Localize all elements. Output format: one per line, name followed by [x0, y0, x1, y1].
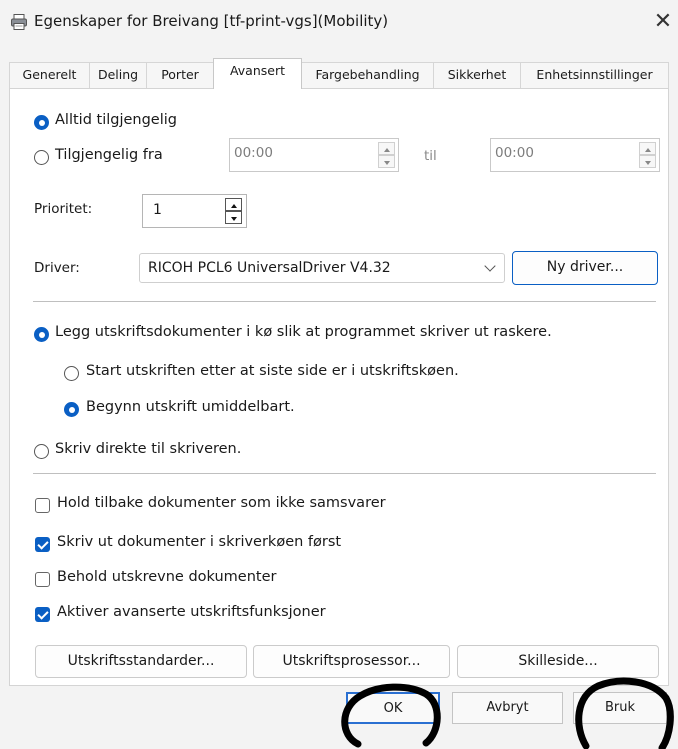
always-available-label: Alltid tilgjengelig	[55, 112, 177, 128]
priority-label: Prioritet:	[34, 201, 93, 217]
keep-printed-label: Behold utskrevne dokumenter	[57, 569, 277, 585]
from-time-spinner[interactable]	[378, 142, 395, 168]
tab-generelt[interactable]: Generelt	[9, 62, 90, 88]
apply-button[interactable]: Bruk	[573, 692, 667, 724]
tab-enhetsinnstillinger[interactable]: Enhetsinnstillinger	[520, 62, 669, 88]
start-immediately-radio[interactable]	[64, 402, 79, 417]
hold-mismatched-label: Hold tilbake dokumenter som ikke samsvar…	[57, 495, 386, 511]
spool-queue-radio[interactable]	[34, 327, 49, 342]
print-direct-radio[interactable]	[34, 444, 49, 459]
advanced-features-checkbox[interactable]	[35, 607, 50, 622]
tab-avansert[interactable]: Avansert	[213, 58, 302, 89]
print-processor-button[interactable]: Utskriftsprosessor...	[253, 645, 450, 678]
driver-select[interactable]: RICOH PCL6 UniversalDriver V4.32	[139, 253, 505, 283]
priority-value: 1	[153, 202, 162, 218]
spooled-first-label: Skriv ut dokumenter i skriverkøen først	[57, 534, 342, 550]
to-label: til	[424, 148, 437, 164]
hold-mismatched-checkbox[interactable]	[35, 498, 50, 513]
start-after-last-page-radio[interactable]	[64, 366, 79, 381]
separator-page-button[interactable]: Skilleside...	[457, 645, 659, 678]
to-time-spinner[interactable]	[639, 142, 656, 168]
chevron-down-icon	[484, 260, 496, 272]
spooled-first-checkbox[interactable]	[35, 537, 50, 552]
priority-spinner[interactable]	[225, 198, 242, 224]
advanced-features-label: Aktiver avanserte utskriftsfunksjoner	[57, 604, 326, 620]
new-driver-button[interactable]: Ny driver...	[512, 251, 658, 285]
spinner-up-icon[interactable]	[225, 198, 242, 211]
close-icon[interactable]: ✕	[651, 8, 675, 36]
printer-icon	[11, 14, 27, 30]
printing-defaults-button[interactable]: Utskriftsstandarder...	[35, 645, 247, 678]
driver-label: Driver:	[34, 260, 80, 276]
spinner-down-icon[interactable]	[225, 211, 242, 224]
spinner-down-icon[interactable]	[378, 155, 395, 168]
tab-deling[interactable]: Deling	[89, 62, 147, 88]
window-title: Egenskaper for Breivang [tf-print-vgs](M…	[34, 12, 389, 30]
available-from-radio[interactable]	[34, 150, 49, 165]
always-available-radio[interactable]	[34, 115, 49, 130]
spinner-up-icon[interactable]	[378, 142, 395, 155]
advanced-panel	[9, 88, 669, 686]
tab-porter[interactable]: Porter	[146, 62, 214, 88]
spool-queue-label: Legg utskriftsdokumenter i kø slik at pr…	[55, 324, 552, 340]
spinner-down-icon[interactable]	[639, 155, 656, 168]
from-time-field[interactable]: 00:00	[229, 138, 399, 172]
divider	[33, 301, 656, 302]
divider	[33, 473, 656, 474]
available-from-label: Tilgjengelig fra	[55, 147, 163, 163]
tab-fargebehandling[interactable]: Fargebehandling	[301, 62, 434, 88]
ok-button[interactable]: OK	[346, 692, 440, 724]
start-after-last-page-label: Start utskriften etter at siste side er …	[86, 363, 459, 379]
to-time-field[interactable]: 00:00	[490, 138, 660, 172]
keep-printed-checkbox[interactable]	[35, 572, 50, 587]
priority-field[interactable]: 1	[142, 194, 247, 228]
to-time-value: 00:00	[495, 145, 534, 161]
cancel-button[interactable]: Avbryt	[452, 692, 563, 724]
driver-select-value: RICOH PCL6 UniversalDriver V4.32	[148, 260, 391, 276]
print-direct-label: Skriv direkte til skriveren.	[55, 441, 242, 457]
start-immediately-label: Begynn utskrift umiddelbart.	[86, 399, 295, 415]
spinner-up-icon[interactable]	[639, 142, 656, 155]
tab-sikkerhet[interactable]: Sikkerhet	[433, 62, 521, 88]
from-time-value: 00:00	[234, 145, 273, 161]
